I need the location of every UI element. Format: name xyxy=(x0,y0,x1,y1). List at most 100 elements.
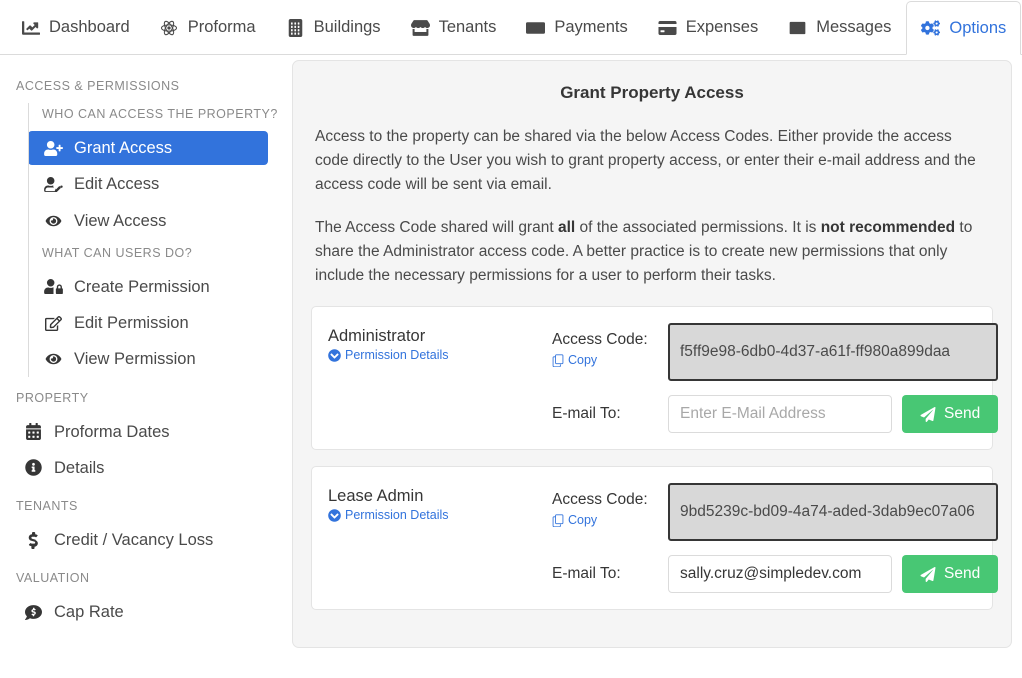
user-plus-icon xyxy=(42,139,64,158)
copy-icon xyxy=(552,353,564,367)
sidebar-item-label: View Permission xyxy=(74,350,196,369)
envelope-icon xyxy=(788,18,807,37)
paper-plane-icon xyxy=(920,406,936,422)
sidebar-item-label: Edit Permission xyxy=(74,314,189,333)
sidebar-item-label: Cap Rate xyxy=(54,603,124,622)
email-input[interactable] xyxy=(668,555,892,594)
sidebar-section-access-permissions: ACCESS & PERMISSIONS xyxy=(16,79,180,93)
email-row: E-mail To: Send xyxy=(552,555,999,594)
access-code-label-wrap: Access Code: Copy xyxy=(552,483,668,532)
sidebar: ACCESS & PERMISSIONS WHO CAN ACCESS THE … xyxy=(0,55,292,678)
access-code-value[interactable]: f5ff9e98-6db0-4d37-a61f-ff980a899daa xyxy=(668,323,999,382)
tab-label: Tenants xyxy=(438,18,497,36)
grant-property-access-panel: Grant Property Access Access to the prop… xyxy=(292,60,1012,648)
copy-button[interactable]: Copy xyxy=(552,353,597,367)
copy-label: Copy xyxy=(568,353,598,368)
sidebar-item-label: Create Permission xyxy=(74,277,210,296)
main-tab-bar: Dashboard Proforma Buildings Tenants Pay… xyxy=(0,0,1022,55)
sidebar-group-label-who: WHO CAN ACCESS THE PROPERTY? xyxy=(42,107,278,121)
tab-expenses[interactable]: Expenses xyxy=(643,0,773,54)
sidebar-section-valuation: VALUATION xyxy=(16,571,90,586)
tab-label: Options xyxy=(949,18,1007,37)
access-code-row: Access Code: Copy xyxy=(552,323,999,382)
access-code-value[interactable]: 9bd5239c-bd09-4a74-aded-3dab9ec07a06 xyxy=(668,483,999,542)
circle-arrow-down-icon xyxy=(328,348,341,362)
intro-text: Access to the property can be shared via… xyxy=(311,125,993,288)
access-code-label-wrap: Access Code: Copy xyxy=(552,323,668,372)
sidebar-section-tenants: TENANTS xyxy=(16,499,78,514)
tab-buildings[interactable]: Buildings xyxy=(271,0,396,54)
tab-proforma[interactable]: Proforma xyxy=(145,0,271,54)
access-code-label: Access Code: xyxy=(552,491,648,509)
building-icon xyxy=(286,18,305,37)
comment-dollar-icon xyxy=(22,603,44,622)
email-to-label: E-mail To: xyxy=(552,565,621,583)
circle-arrow-down-icon xyxy=(328,508,341,522)
tab-options[interactable]: Options xyxy=(906,1,1022,55)
sidebar-item-grant-access[interactable]: Grant Access xyxy=(28,131,268,166)
user-edit-icon xyxy=(42,175,64,194)
permission-details-link[interactable]: Permission Details xyxy=(328,348,449,362)
page-title: Grant Property Access xyxy=(560,83,744,102)
card-fields-section: Access Code: Copy xyxy=(552,323,999,434)
sidebar-item-label: Details xyxy=(54,458,105,477)
access-code-label: Access Code: xyxy=(552,331,648,349)
edit-square-icon xyxy=(42,314,64,333)
card-role-section: Lease Admin Permission Details xyxy=(328,483,552,527)
tab-tenants[interactable]: Tenants xyxy=(396,0,512,54)
paper-plane-icon xyxy=(920,566,936,582)
email-input[interactable] xyxy=(668,395,892,434)
card-fields-section: Access Code: Copy xyxy=(552,483,999,594)
intro-p2-part-a: The Access Code shared will grant xyxy=(315,219,558,237)
email-row: E-mail To: Send xyxy=(552,395,999,434)
sidebar-item-edit-permission[interactable]: Edit Permission xyxy=(28,306,268,340)
role-name: Administrator xyxy=(328,327,426,346)
permission-details-link[interactable]: Permission Details xyxy=(328,508,449,522)
tab-label: Expenses xyxy=(685,18,759,36)
tab-messages[interactable]: Messages xyxy=(773,0,906,54)
sidebar-item-credit-vacancy-loss[interactable]: Credit / Vacancy Loss xyxy=(16,523,268,557)
money-bill-icon xyxy=(526,18,546,37)
main-content: Grant Property Access Access to the prop… xyxy=(292,55,1022,678)
copy-button[interactable]: Copy xyxy=(552,513,597,527)
page-body: ACCESS & PERMISSIONS WHO CAN ACCESS THE … xyxy=(0,55,1022,678)
sidebar-item-cap-rate[interactable]: Cap Rate xyxy=(16,595,268,629)
eye-icon xyxy=(42,350,64,369)
copy-label: Copy xyxy=(568,513,598,528)
tab-dashboard[interactable]: Dashboard xyxy=(6,0,145,54)
intro-p2-bold-all: all xyxy=(557,219,576,237)
atom-icon xyxy=(160,18,179,37)
permission-details-label: Permission Details xyxy=(345,348,449,363)
sidebar-item-create-permission[interactable]: Create Permission xyxy=(28,270,268,304)
cogs-icon xyxy=(921,19,941,38)
role-name: Lease Admin xyxy=(328,487,424,506)
tab-label: Payments xyxy=(554,18,628,36)
tab-payments[interactable]: Payments xyxy=(511,0,642,54)
sidebar-item-details[interactable]: Details xyxy=(16,451,268,485)
send-label: Send xyxy=(944,405,981,423)
dollar-sign-icon xyxy=(22,531,44,550)
sidebar-item-proforma-dates[interactable]: Proforma Dates xyxy=(16,415,268,449)
sidebar-item-label: Credit / Vacancy Loss xyxy=(54,531,214,550)
credit-card-icon xyxy=(658,18,677,37)
send-button[interactable]: Send xyxy=(902,395,999,434)
eye-icon xyxy=(42,211,64,230)
permission-details-label: Permission Details xyxy=(345,508,449,523)
sidebar-item-label: Edit Access xyxy=(74,175,160,194)
sidebar-item-label: Proforma Dates xyxy=(54,422,170,441)
tab-label: Messages xyxy=(816,18,892,36)
info-circle-icon xyxy=(22,458,44,477)
intro-p2-bold-not-recommended: not recommended xyxy=(820,219,956,237)
sidebar-item-view-permission[interactable]: View Permission xyxy=(28,342,268,376)
access-code-card: Lease Admin Permission Details Access Co… xyxy=(311,466,999,611)
sidebar-item-view-access[interactable]: View Access xyxy=(28,204,268,238)
email-to-label: E-mail To: xyxy=(552,405,621,423)
tab-label: Dashboard xyxy=(49,18,130,36)
access-code-row: Access Code: Copy xyxy=(552,483,999,542)
store-icon xyxy=(410,18,430,37)
sidebar-item-edit-access[interactable]: Edit Access xyxy=(28,167,268,201)
send-button[interactable]: Send xyxy=(902,555,999,594)
access-code-card: Administrator Permission Details Access … xyxy=(311,306,999,451)
tab-label: Buildings xyxy=(313,18,381,36)
intro-p2-part-b: of the associated permissions. It is xyxy=(575,219,821,237)
